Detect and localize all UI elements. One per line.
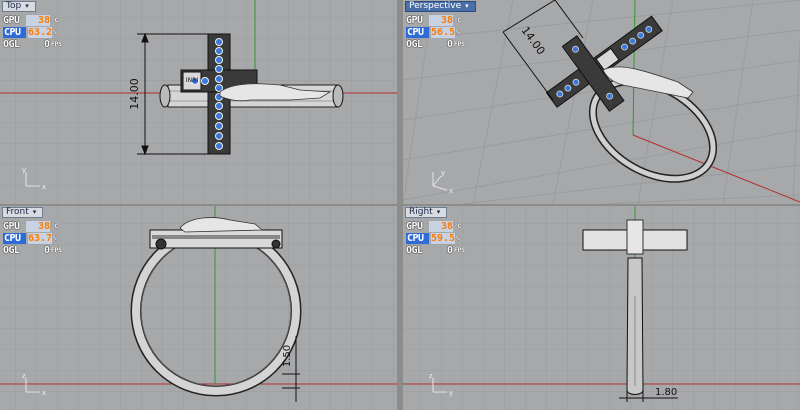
fps-unit: FPS: [51, 246, 62, 254]
gpu-label: GPU: [3, 220, 20, 232]
fps-value: 0: [446, 38, 453, 50]
gpu-value: 38: [429, 220, 453, 232]
ogl-label: OGL: [406, 38, 423, 50]
gpu-unit: °C: [51, 16, 59, 24]
cpu-value: 63.2: [28, 26, 53, 38]
axis-label-x: x: [42, 183, 46, 191]
gpu-value: 38: [26, 14, 50, 26]
cpu-unit: %: [53, 234, 57, 242]
gpu-label: GPU: [3, 14, 20, 26]
axis-label-z: z: [429, 372, 433, 380]
cpu-value: 63.7: [28, 232, 53, 244]
cpu-value: 59.5: [431, 232, 456, 244]
fps-value: 0: [43, 38, 50, 50]
ogl-label: OGL: [3, 38, 20, 50]
viewport-title: Right: [409, 207, 433, 217]
cpu-label: CPU: [3, 232, 26, 244]
viewport-front[interactable]: 1.50 x z Front ▾ GPU 38 °C CPU 63.7% OGL 0 FP…: [0, 206, 397, 410]
axis-label-y: y: [22, 166, 26, 174]
gpu-unit: °C: [454, 16, 462, 24]
gpu-unit: °C: [51, 222, 59, 230]
axis-label-x: x: [42, 389, 46, 397]
cpu-unit: %: [456, 28, 460, 36]
gpu-value: 38: [26, 220, 50, 232]
chevron-down-icon[interactable]: ▾: [33, 207, 37, 218]
axis-label-x: x: [449, 187, 453, 195]
cpu-unit: %: [456, 234, 460, 242]
perf-hud: GPU 38 °C CPU 59.5% OGL 0 FPS: [406, 220, 465, 256]
gpu-value: 38: [429, 14, 453, 26]
axis-label-y: y: [449, 389, 453, 397]
viewport-tab-perspective[interactable]: Perspective ▾: [405, 1, 476, 12]
cpu-label: CPU: [406, 232, 429, 244]
ogl-label: OGL: [3, 244, 20, 256]
dimension-label: 14.00: [128, 78, 141, 110]
gpu-label: GPU: [406, 220, 423, 232]
fps-unit: FPS: [454, 246, 465, 254]
perf-hud: GPU 38 °C CPU 63.2% OGL 0 FPS: [3, 14, 62, 50]
perf-hud: GPU 38 °C CPU 63.7% OGL 0 FPS: [3, 220, 62, 256]
viewport-right[interactable]: 1.80 y z Right ▾ GPU 38 °C CPU 59.5% OGL 0 FP…: [403, 206, 800, 410]
fps-value: 0: [446, 244, 453, 256]
viewport-top[interactable]: 14.00 x y Top ▾ GPU 38 °C CPU 63.2% OGL 0 FPS: [0, 0, 397, 204]
dimension-label: 1.80: [655, 387, 677, 398]
fps-unit: FPS: [51, 40, 62, 48]
dimension-label: 1.50: [282, 345, 293, 367]
fps-unit: FPS: [454, 40, 465, 48]
viewport-title: Front: [6, 207, 29, 217]
chevron-down-icon[interactable]: ▾: [25, 1, 29, 12]
viewport-tab-front[interactable]: Front ▾: [2, 207, 44, 218]
dimension-label: 14.00: [519, 24, 548, 57]
perf-hud: GPU 38 °C CPU 56.5% OGL 0 FPS: [406, 14, 465, 50]
chevron-down-icon[interactable]: ▾: [437, 207, 441, 218]
axis-label-z: z: [22, 372, 26, 380]
viewport-title: Top: [6, 1, 22, 11]
viewport-tab-top[interactable]: Top ▾: [2, 1, 36, 12]
viewport-perspective[interactable]: 14.00 x y Perspective ▾ GPU 38 °C CPU 56.5%…: [403, 0, 800, 204]
cpu-unit: %: [53, 28, 57, 36]
gpu-unit: °C: [454, 222, 462, 230]
viewport-title: Perspective: [409, 1, 462, 11]
chevron-down-icon[interactable]: ▾: [465, 1, 469, 12]
axis-label-y: y: [441, 169, 445, 177]
inri-plaque: INRI: [185, 77, 199, 84]
cpu-value: 56.5: [431, 26, 456, 38]
gpu-label: GPU: [406, 14, 423, 26]
cpu-label: CPU: [406, 26, 429, 38]
fps-value: 0: [43, 244, 50, 256]
ogl-label: OGL: [406, 244, 423, 256]
cross-perspective: [545, 15, 663, 112]
viewport-tab-right[interactable]: Right ▾: [405, 207, 448, 218]
cpu-label: CPU: [3, 26, 26, 38]
y-axis-line: [632, 0, 636, 136]
